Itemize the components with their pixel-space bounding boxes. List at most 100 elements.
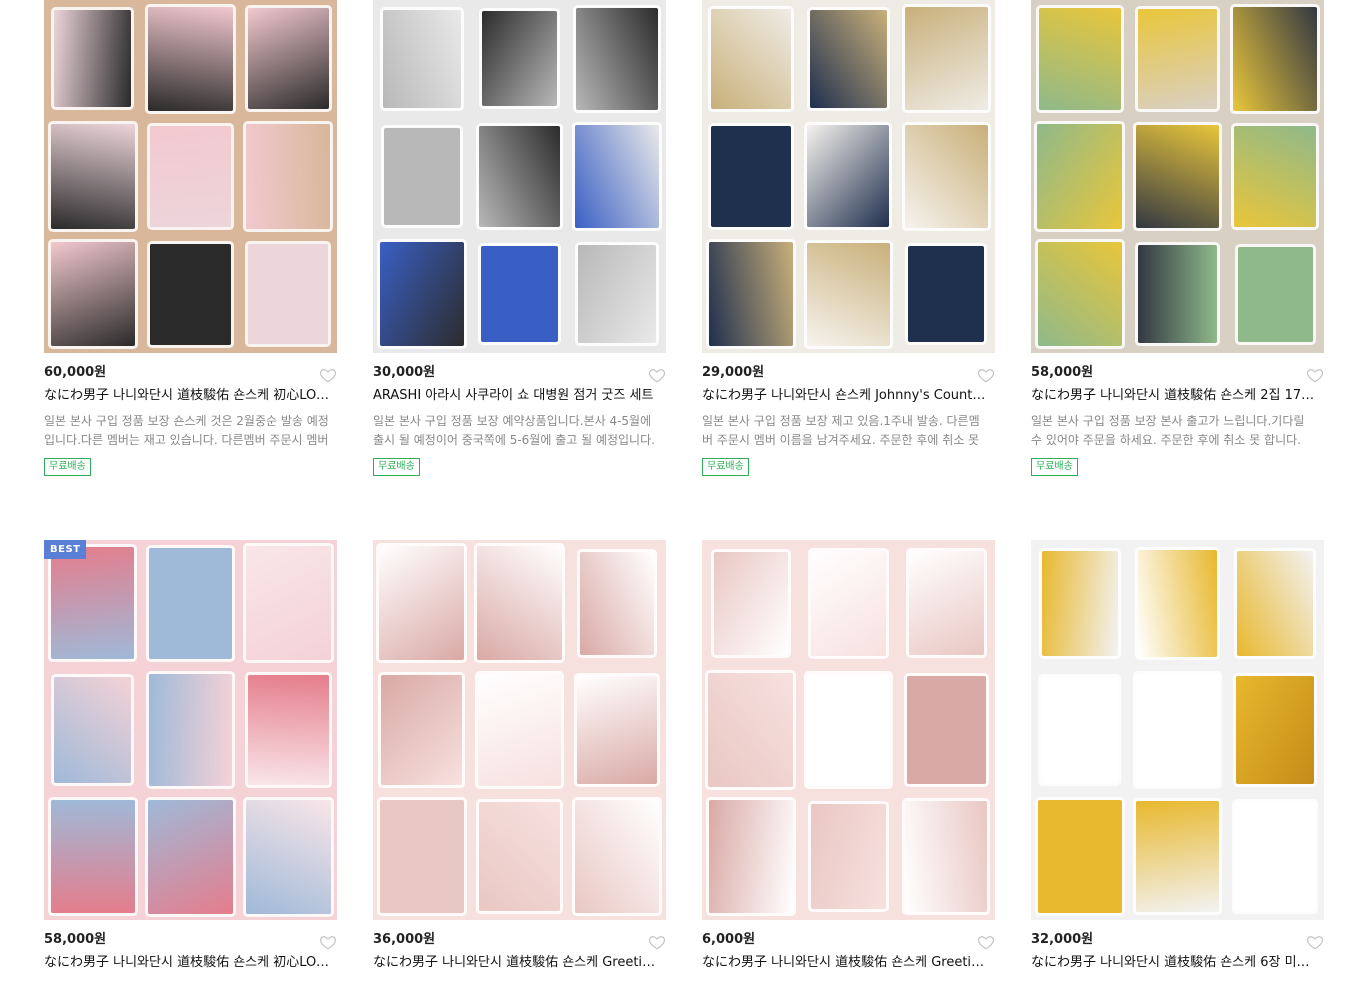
photo-tile	[576, 7, 659, 110]
free-shipping-badge: 무료배송	[1031, 458, 1078, 476]
photo-tile	[1037, 800, 1122, 913]
product-title[interactable]: なにわ男子 나니와단시 道枝駿佑 숀스케 2집 17장 세트	[1031, 386, 1316, 406]
photo-tile	[580, 551, 655, 655]
photo-tile	[245, 124, 331, 229]
photo-tile	[1037, 242, 1122, 347]
photo-tile	[810, 804, 887, 909]
photo-tile	[578, 245, 657, 344]
product-card[interactable]: 30,000원 ARASHI 아라시 사쿠라이 쇼 대병원 점거 굿즈 세트 일…	[373, 0, 666, 476]
photo-tile	[245, 546, 331, 661]
heart-icon[interactable]	[319, 366, 337, 384]
photo-tile	[810, 551, 887, 656]
photo-tile	[1038, 7, 1121, 110]
product-card[interactable]: 29,000원 なにわ男子 나니와단시 숀스케 Johnny's Countdo…	[702, 0, 995, 476]
product-description: 일본 본사 구입 정품 보장 본사 출고가 느립니다.기다릴 수 있어야 주문을…	[1031, 414, 1305, 447]
product-description: 일본 본사 구입 정품 보장 숀스케 것은 2월중순 발송 예정입니다.다른 멤…	[44, 414, 329, 447]
photo-tile	[1137, 8, 1218, 109]
photo-tile	[1136, 674, 1219, 786]
photo-tile	[710, 8, 791, 109]
product-card[interactable]: 58,000원 なにわ男子 나니와단시 道枝駿佑 숀스케 2집 17장 세트 일…	[1031, 0, 1324, 476]
photo-tile	[1237, 550, 1314, 656]
product-image[interactable]	[1031, 0, 1324, 353]
photo-tile	[1234, 801, 1316, 912]
product-title[interactable]: なにわ男子 나니와단시 숀스케 Johnny's Countdown 우치와 세…	[702, 386, 987, 406]
product-title[interactable]: なにわ男子 나니와단시 道枝駿佑 숀스케 初心LOVE 치비누이	[44, 386, 329, 406]
photo-tile	[381, 675, 463, 785]
photo-tile	[478, 674, 561, 786]
photo-tile	[481, 246, 558, 343]
product-price: 60,000원	[44, 365, 107, 380]
product-card[interactable]: 6,000원 なにわ男子 나니와단시 道枝駿佑 숀스케 Greeting Pho…	[702, 540, 995, 973]
photo-tile	[50, 241, 136, 347]
photo-tile	[807, 674, 890, 786]
photo-tile	[379, 241, 464, 347]
heart-icon[interactable]	[977, 366, 995, 384]
product-price: 58,000원	[1031, 365, 1094, 380]
photo-tile	[54, 677, 132, 783]
product-price: 58,000원	[44, 932, 107, 947]
photo-tile	[713, 551, 789, 656]
heart-icon[interactable]	[319, 933, 337, 951]
product-title[interactable]: なにわ男子 나니와단시 道枝駿佑 숀스케 Greeting Photo 세트	[373, 953, 658, 973]
photo-tile	[904, 7, 988, 111]
product-image[interactable]	[373, 0, 666, 353]
product-title[interactable]: ARASHI 아라시 사쿠라이 쇼 대병원 점거 굿즈 세트	[373, 386, 658, 406]
photo-tile	[1041, 550, 1118, 656]
photo-tile	[379, 546, 465, 661]
product-card[interactable]: 60,000원 なにわ男子 나니와단시 道枝駿佑 숀스케 初心LOVE 치비누이…	[44, 0, 337, 476]
product-title[interactable]: なにわ男子 나니와단시 道枝駿佑 숀스케 Greeting Photo 낱장	[702, 953, 987, 973]
product-image[interactable]	[44, 0, 337, 353]
product-card[interactable]: 36,000원 なにわ男子 나니와단시 道枝駿佑 숀스케 Greeting Ph…	[373, 540, 666, 973]
product-image[interactable]	[702, 0, 995, 353]
photo-tile	[575, 800, 659, 913]
product-price: 36,000원	[373, 932, 436, 947]
product-title[interactable]: なにわ男子 나니와단시 道枝駿佑 숀스케 初心LOVE 공식사진 세트	[44, 953, 329, 973]
photo-tile	[905, 801, 988, 913]
product-title[interactable]: なにわ男子 나니와단시 道枝駿佑 숀스케 6장 미니세트	[1031, 953, 1316, 973]
photo-tile	[708, 242, 793, 347]
product-card[interactable]: BEST 58,000원 なにわ男子 나니와단시 道枝駿佑 숀스케 初心LOVE…	[44, 540, 337, 973]
photo-tile	[482, 11, 557, 107]
product-image[interactable]: BEST	[44, 540, 337, 920]
photo-tile	[710, 126, 792, 227]
photo-tile	[907, 245, 985, 343]
product-image[interactable]	[373, 540, 666, 920]
photo-tile	[809, 10, 888, 108]
photo-tile	[478, 125, 561, 228]
photo-tile	[1136, 800, 1219, 913]
product-image[interactable]	[702, 540, 995, 920]
photo-tile	[50, 124, 136, 229]
photo-tile	[806, 242, 891, 346]
heart-icon[interactable]	[648, 933, 666, 951]
photo-tile	[382, 9, 462, 109]
heart-icon[interactable]	[648, 366, 666, 384]
product-price: 32,000원	[1031, 932, 1094, 947]
photo-tile	[708, 673, 794, 787]
product-price: 30,000원	[373, 365, 436, 380]
product-price: 6,000원	[702, 932, 756, 947]
photo-tile	[245, 799, 331, 914]
photo-tile	[577, 675, 658, 785]
photo-tile	[379, 800, 464, 914]
heart-icon[interactable]	[1306, 933, 1324, 951]
photo-tile	[247, 675, 329, 785]
free-shipping-badge: 무료배송	[702, 458, 749, 476]
heart-icon[interactable]	[1306, 366, 1324, 384]
heart-icon[interactable]	[977, 933, 995, 951]
photo-tile	[1037, 124, 1123, 229]
product-image[interactable]	[1031, 540, 1324, 920]
product-card[interactable]: 32,000원 なにわ男子 나니와단시 道枝駿佑 숀스케 6장 미니세트	[1031, 540, 1324, 973]
photo-tile	[248, 244, 328, 344]
photo-tile	[1237, 246, 1313, 342]
free-shipping-badge: 무료배송	[44, 458, 91, 476]
photo-tile	[54, 10, 132, 108]
photo-tile	[479, 801, 560, 912]
photo-tile	[1236, 676, 1315, 784]
photo-tile	[476, 546, 563, 661]
photo-tile	[1138, 245, 1217, 344]
photo-tile	[51, 547, 135, 660]
photo-tile	[807, 125, 890, 228]
product-price: 29,000원	[702, 365, 765, 380]
photo-tile	[908, 551, 984, 656]
product-description: 일본 본사 구입 정품 보장 제고 있음.1주내 발송. 다른멤버 주문시 멤버…	[702, 414, 980, 447]
